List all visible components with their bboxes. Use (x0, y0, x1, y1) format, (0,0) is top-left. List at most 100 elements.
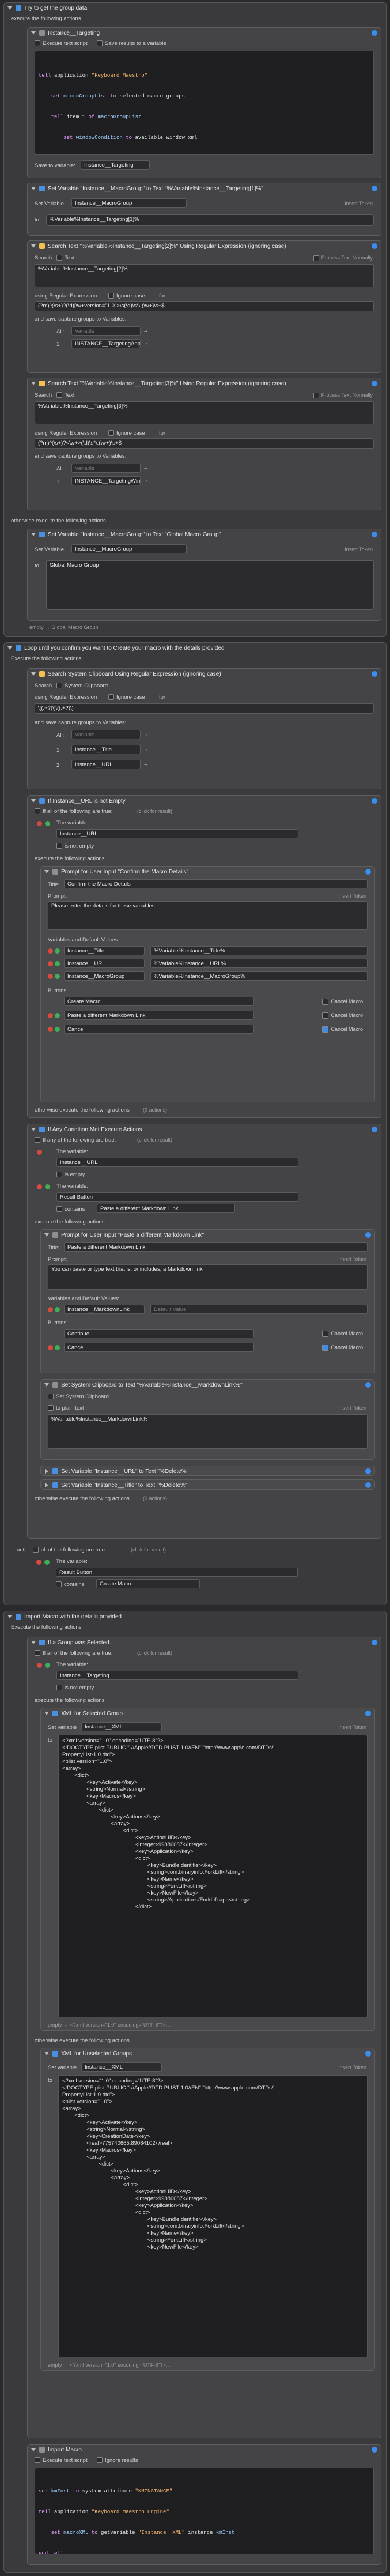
remove-condition-icon[interactable] (37, 1663, 42, 1668)
disclosure-triangle-icon[interactable] (31, 187, 36, 190)
condition-value-input[interactable]: Create Macro (96, 1579, 200, 1588)
script-option[interactable]: Execute text script (35, 40, 88, 47)
gear-icon[interactable] (372, 381, 377, 386)
remove-variable-icon[interactable] (48, 961, 53, 966)
regex-input[interactable]: (?m)^(\s+)?(\d)|\w+version="1.0">\s(\d)\… (35, 301, 374, 311)
prompt-variable-default-input[interactable]: %Variable%Instance__MacroGroup% (150, 971, 368, 981)
clipboard-text-input[interactable]: %Variable%Instance__MarkdownLink% (48, 1414, 368, 1449)
cancel-macro-checkbox[interactable] (322, 1012, 328, 1019)
click-for-result-link[interactable]: (click for result) (131, 1547, 166, 1553)
gear-icon[interactable] (372, 532, 377, 537)
group-header[interactable]: Loop until you confirm you want to Creat… (4, 643, 386, 653)
capture-all-arrow-icon[interactable]: → (143, 465, 149, 471)
process-text-select[interactable]: Process Text Normally (313, 255, 373, 261)
condition-mode-select[interactable]: If any of the following are true: (35, 1137, 116, 1143)
gear-icon[interactable] (365, 1482, 371, 1488)
prompt-button-create-input[interactable]: Create Macro (64, 997, 254, 1006)
remove-button-icon[interactable] (48, 1013, 53, 1018)
regex-input[interactable]: (?m)^(\s+)?<\w+>(\d)\s*\.(\w+)\s+$ (35, 438, 374, 449)
capture-all-input[interactable]: Variable (71, 464, 141, 473)
results-option[interactable]: Ignore results (97, 2457, 138, 2464)
action-header[interactable]: XML for Selected Group (41, 1708, 374, 1719)
xml-text-input[interactable]: <?xml version="1.0" encoding="UTF-8"?> <!… (58, 1735, 368, 2017)
disclosure-triangle-icon[interactable] (7, 1615, 12, 1618)
condition-variable-input[interactable]: Result Button (56, 1568, 298, 1577)
condition-variable-input[interactable]: Instance__Targeting (56, 1671, 298, 1680)
add-condition-icon[interactable] (44, 1560, 50, 1565)
action-xml-unselected-groups[interactable]: XML for Unselected Groups Set variable I… (40, 2048, 375, 2371)
disclosure-triangle-icon[interactable] (31, 1641, 36, 1644)
script-option[interactable]: Execute text script (35, 2457, 88, 2464)
capture-all-arrow-icon[interactable]: → (143, 731, 149, 737)
disclosure-triangle-icon[interactable] (44, 1712, 49, 1715)
action-execute-script[interactable]: Instance__Targeting Execute text script … (27, 27, 381, 178)
add-variable-icon[interactable] (55, 961, 60, 966)
xml-text-input[interactable]: <?xml version="1.0" encoding="UTF-8"?> <!… (58, 2075, 368, 2357)
add-condition-icon[interactable] (45, 1184, 50, 1189)
capture-all-input[interactable]: Variable (71, 326, 141, 336)
capture-1-input[interactable]: INSTANCE__TargetingWin (71, 476, 141, 485)
action-header[interactable]: Set System Clipboard to Text "%Variable%… (41, 1380, 374, 1390)
remove-condition-icon[interactable] (36, 1560, 41, 1565)
action-header[interactable]: Set Variable "Instance__Title" to Text "… (41, 1480, 374, 1490)
capture-1-input[interactable]: Instance__Title (71, 745, 141, 754)
ignore-case-checkbox[interactable]: Ignore case (108, 430, 145, 436)
insert-token-button[interactable]: Insert Token (338, 893, 366, 899)
prompt-variable-default-input[interactable]: %Variable%Instance__Title% (150, 946, 368, 955)
disclosure-triangle-icon[interactable] (31, 799, 36, 803)
prompt-title-input[interactable]: Paste a different Markdown Link (64, 1242, 368, 1252)
add-button-icon[interactable] (55, 1027, 60, 1032)
action-search-text-targeting-2[interactable]: Search Text "%Variable%Instance__Targeti… (27, 240, 381, 373)
capture-1-arrow-icon[interactable]: → (143, 746, 149, 752)
action-set-variable-title-delete[interactable]: Set Variable "Instance__Title" to Text "… (40, 1479, 375, 1490)
condition-operator-select[interactable]: is not empty (56, 1685, 94, 1691)
disclosure-triangle-icon[interactable] (7, 6, 12, 10)
remove-variable-icon[interactable] (48, 974, 53, 979)
cancel-macro-checkbox[interactable] (322, 999, 328, 1005)
prompt-variable-name-input[interactable]: Instance__MacroGroup (64, 971, 145, 981)
prompt-text-input[interactable]: You can paste or type text that is, or i… (48, 1264, 368, 1290)
save-option[interactable]: Save results to a variable (97, 40, 166, 47)
condition-operator-select[interactable]: is not empty (56, 843, 94, 849)
action-prompt-confirm[interactable]: Prompt for User Input "Confirm the Macro… (40, 866, 375, 1102)
variable-name-input[interactable]: Instance__MacroGroup (71, 544, 187, 553)
action-if-url-not-empty[interactable]: If Instance__URL is not Empty If all of … (27, 795, 381, 1118)
click-for-result-link[interactable]: (click for result) (137, 1137, 172, 1143)
search-text-input[interactable]: %Variable%Instance__Targeting[3]% (35, 401, 374, 424)
prompt-text-input[interactable]: Please enter the details for these varia… (48, 901, 368, 930)
disclosure-triangle-icon[interactable] (44, 2052, 49, 2055)
add-button-icon[interactable] (55, 1013, 60, 1018)
disclosure-triangle-icon[interactable] (31, 1128, 36, 1131)
condition-mode-select[interactable]: If all of the following are true: (35, 1650, 112, 1656)
action-header[interactable]: Search System Clipboard Using Regular Ex… (28, 669, 381, 679)
gear-icon[interactable] (372, 1640, 377, 1645)
prompt-button-paste-input[interactable]: Paste a different Markdown Link (64, 1011, 254, 1020)
remove-condition-icon[interactable] (37, 1150, 42, 1155)
until-condition-select[interactable]: all of the following are true: (33, 1547, 107, 1553)
insert-token-button[interactable]: Insert Token (338, 1256, 366, 1262)
prompt-button-continue-input[interactable]: Continue (64, 1329, 254, 1338)
gear-icon[interactable] (365, 1468, 371, 1474)
prompt-button-cancel-input[interactable]: Cancel (64, 1025, 254, 1034)
group-import-macro[interactable]: Import Macro with the details provided E… (3, 1611, 387, 2573)
group-header[interactable]: Try to get the group data (4, 3, 386, 13)
action-header[interactable]: Set Variable "Instance__MacroGroup" to T… (28, 529, 381, 540)
add-button-icon[interactable] (55, 1345, 60, 1350)
action-header[interactable]: Search Text "%Variable%Instance__Targeti… (28, 241, 381, 251)
action-header[interactable]: XML for Unselected Groups (41, 2048, 374, 2059)
capture-1-input[interactable]: INSTANCE__TargetingApps (71, 339, 141, 348)
action-set-clipboard[interactable]: Set System Clipboard to Text "%Variable%… (40, 1379, 375, 1460)
search-kind-select[interactable]: Text (56, 392, 74, 398)
ignore-case-checkbox[interactable]: Ignore case (108, 293, 145, 299)
capture-2-arrow-icon[interactable]: → (143, 761, 149, 767)
action-search-clipboard[interactable]: Search System Clipboard Using Regular Ex… (27, 668, 381, 789)
prompt-variable-default-input[interactable]: Default Value (150, 1305, 368, 1314)
gear-icon[interactable] (372, 243, 377, 249)
search-text-input[interactable]: %Variable%Instance__Targeting[2]% (35, 264, 374, 287)
disclosure-triangle-icon[interactable] (45, 1483, 48, 1487)
regex-input[interactable]: \[(.+?)\]\((.+?)\) (35, 703, 374, 714)
gear-icon[interactable] (365, 869, 371, 875)
action-header[interactable]: Import Macro (28, 2445, 381, 2455)
action-if-any-condition[interactable]: If Any Condition Met Execute Actions If … (27, 1124, 381, 1539)
click-for-result-link[interactable]: (click for result) (137, 1650, 172, 1656)
